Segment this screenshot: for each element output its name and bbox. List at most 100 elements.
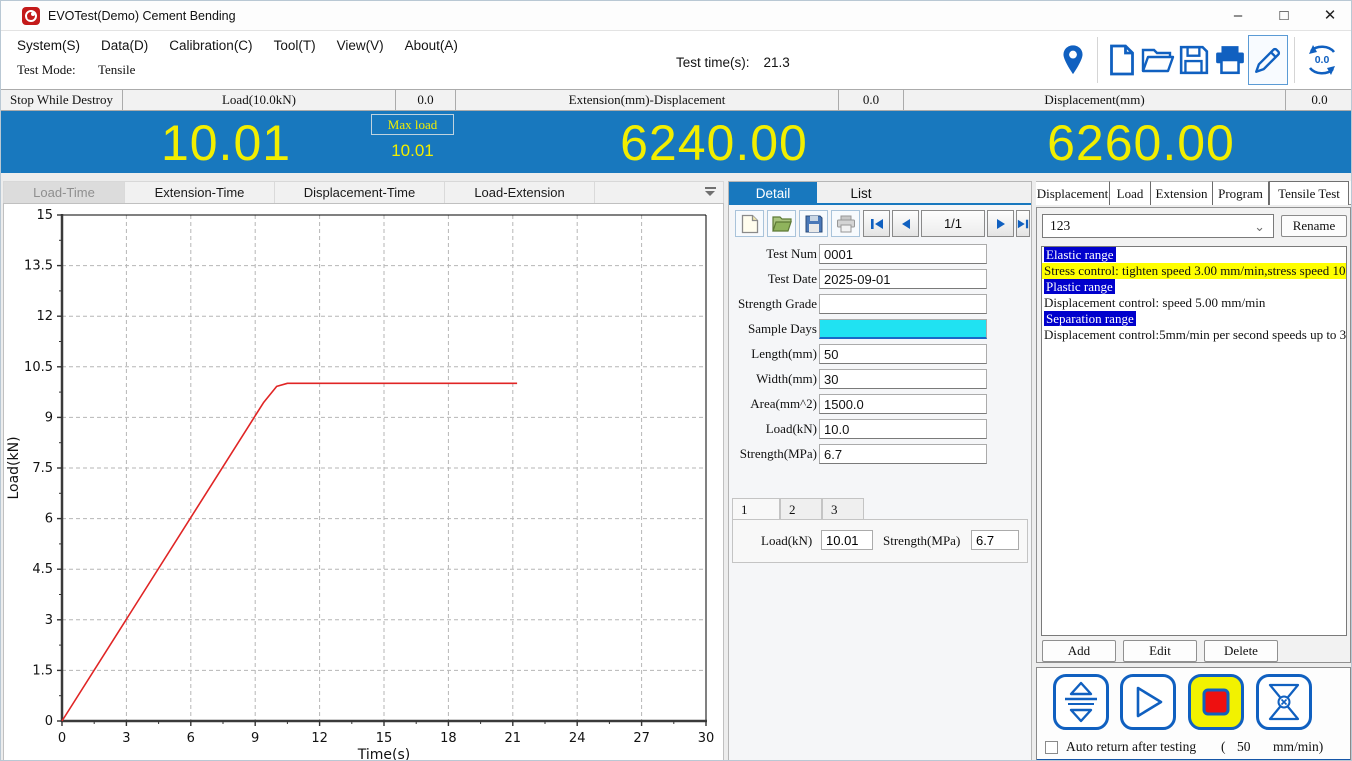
nav-first-button[interactable]	[863, 210, 890, 237]
menu-bar: System(S) Data(D) Calibration(C) Tool(T)…	[1, 31, 1352, 89]
nav-prev-button[interactable]	[892, 210, 919, 237]
step-item[interactable]: Stress control: tighten speed 3.00 mm/mi…	[1042, 263, 1346, 279]
location-button[interactable]	[1055, 38, 1091, 82]
nav-next-button[interactable]	[987, 210, 1014, 237]
extension-readout: 6240.00	[531, 111, 897, 173]
rename-button[interactable]: Rename	[1281, 215, 1347, 237]
field-row-strength: Strength(MPa)	[729, 444, 1031, 464]
tab-extension[interactable]: Extension	[1151, 181, 1213, 205]
svg-text:Time(s): Time(s)	[357, 747, 410, 760]
test-time-label: Test time(s):	[676, 55, 750, 70]
svg-text:10.5: 10.5	[24, 360, 53, 375]
tab-detail[interactable]: Detail	[729, 182, 817, 205]
tab-program[interactable]: Program	[1213, 181, 1269, 205]
nav-next-icon	[996, 218, 1006, 230]
auto-return-label: Auto return after testing	[1066, 739, 1196, 755]
field-row-area: Area(mm^2)	[729, 394, 1031, 414]
print-button[interactable]	[1212, 38, 1248, 82]
field-test-num-label: Test Num	[697, 246, 817, 262]
step-item[interactable]: Plastic range	[1042, 279, 1346, 295]
tab-load-time[interactable]: Load-Time	[4, 182, 125, 204]
field-load-input[interactable]	[819, 419, 987, 439]
menu-item-view[interactable]: View(V)	[335, 33, 386, 59]
svg-text:21: 21	[505, 731, 522, 746]
edit-button[interactable]	[1248, 35, 1288, 85]
print-record-button[interactable]	[831, 210, 860, 237]
stop-button[interactable]	[1188, 674, 1244, 730]
new-record-button[interactable]	[735, 210, 764, 237]
test-time-value: 21.3	[764, 55, 790, 70]
tab-load-extension[interactable]: Load-Extension	[445, 182, 595, 204]
maximize-button[interactable]: □	[1261, 1, 1307, 31]
jog-button[interactable]	[1053, 674, 1109, 730]
program-panel: Displacement Load Extension Program Tens…	[1036, 181, 1351, 761]
save-icon	[1179, 45, 1209, 75]
field-strength-label: Strength(MPa)	[697, 446, 817, 462]
field-area-input[interactable]	[819, 394, 987, 414]
result-load-label: Load(kN)	[761, 533, 812, 549]
menu-item-about[interactable]: About(A)	[403, 33, 460, 59]
scheme-select[interactable]: 123 ⌄	[1042, 214, 1274, 238]
menu-item-data[interactable]: Data(D)	[99, 33, 150, 59]
svg-text:3: 3	[122, 731, 130, 746]
nav-last-button[interactable]	[1016, 210, 1030, 237]
save-button[interactable]	[1176, 38, 1212, 82]
step-item[interactable]: Elastic range	[1042, 247, 1346, 263]
title-bar: EVOTest(Demo) Cement Bending – □ ✕	[1, 1, 1352, 31]
field-row-sample-days: Sample Days	[729, 319, 1031, 339]
auto-return-checkbox[interactable]	[1045, 741, 1058, 754]
svg-text:24: 24	[569, 731, 586, 746]
tab-load[interactable]: Load	[1110, 181, 1151, 205]
svg-text:6: 6	[45, 512, 53, 527]
record-toolbar: 1/1	[729, 209, 1031, 239]
detail-panel: Detail List	[728, 181, 1032, 761]
new-file-button[interactable]	[1104, 38, 1140, 82]
field-strength-input[interactable]	[819, 444, 987, 464]
field-length-input[interactable]	[819, 344, 987, 364]
delete-button[interactable]: Delete	[1204, 640, 1278, 662]
minimize-button[interactable]: –	[1215, 1, 1261, 31]
open-record-button[interactable]	[767, 210, 796, 237]
menu-item-system[interactable]: System(S)	[15, 33, 82, 59]
detail-tab-bar: Detail List	[729, 182, 1031, 205]
menu-items: System(S) Data(D) Calibration(C) Tool(T)…	[15, 33, 460, 59]
menu-item-calibration[interactable]: Calibration(C)	[167, 33, 254, 59]
add-button[interactable]: Add	[1042, 640, 1116, 662]
save-record-icon	[805, 215, 823, 233]
field-strength-grade-input[interactable]	[819, 294, 987, 314]
page-indicator: 1/1	[921, 210, 985, 237]
start-button[interactable]	[1120, 674, 1176, 730]
step-item[interactable]: Displacement control: speed 5.00 mm/min	[1042, 295, 1346, 311]
svg-text:27: 27	[633, 731, 650, 746]
sample-tab-3[interactable]: 3	[822, 498, 864, 519]
tab-list[interactable]: List	[817, 182, 905, 205]
app-window: EVOTest(Demo) Cement Bending – □ ✕ Syste…	[0, 0, 1352, 761]
hourglass-button[interactable]	[1256, 674, 1312, 730]
step-item[interactable]: Displacement control:5mm/min per second …	[1042, 327, 1346, 343]
edit-step-button[interactable]: Edit	[1123, 640, 1197, 662]
field-sample-days-input[interactable]	[819, 319, 987, 339]
speed-suffix: mm/min)	[1273, 739, 1323, 755]
menu-item-tool[interactable]: Tool(T)	[272, 33, 318, 59]
result-load-input[interactable]	[821, 530, 873, 550]
field-width-input[interactable]	[819, 369, 987, 389]
save-record-button[interactable]	[799, 210, 828, 237]
nav-first-icon	[870, 218, 884, 230]
new-record-icon	[741, 214, 759, 234]
zero-reset-button[interactable]: 0.0	[1301, 38, 1343, 82]
field-test-date-label: Test Date	[697, 271, 817, 287]
result-strength-input[interactable]	[971, 530, 1019, 550]
field-test-date-input[interactable]	[819, 269, 987, 289]
chart-collapse-icon[interactable]	[703, 187, 717, 199]
open-file-button[interactable]	[1140, 38, 1176, 82]
close-button[interactable]: ✕	[1307, 1, 1352, 31]
tab-tensile-test[interactable]: Tensile Test	[1269, 181, 1349, 205]
test-mode-value: Tensile	[98, 62, 135, 78]
tab-displacement-time[interactable]: Displacement-Time	[275, 182, 445, 204]
field-test-num-input[interactable]	[819, 244, 987, 264]
tab-displacement[interactable]: Displacement	[1036, 181, 1110, 205]
sample-tab-1[interactable]: 1	[732, 498, 780, 519]
step-item[interactable]: Separation range	[1042, 311, 1346, 327]
sample-tab-2[interactable]: 2	[780, 498, 822, 519]
tab-extension-time[interactable]: Extension-Time	[125, 182, 275, 204]
